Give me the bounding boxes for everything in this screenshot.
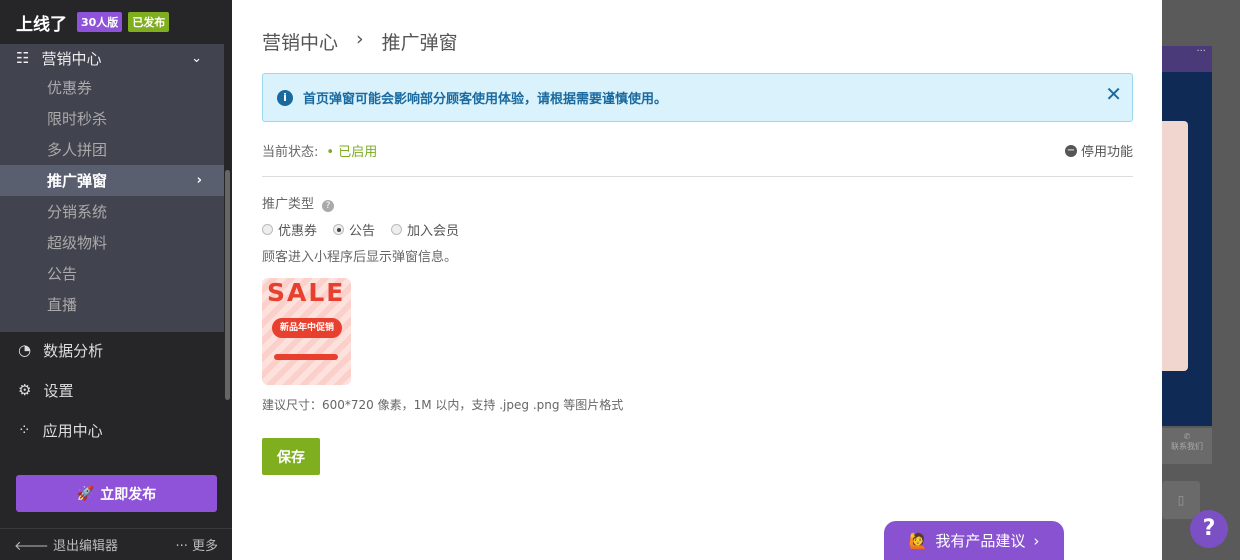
type-label-text: 推广类型 [262, 197, 315, 212]
contact-label: 联系我们 [1171, 442, 1203, 451]
sidebar-subitem-group-buy[interactable]: 多人拼团 [0, 134, 224, 165]
sidebar-subitem-notice[interactable]: 公告 [0, 258, 224, 289]
image-sale-text: SALE [267, 278, 346, 307]
sidebar-item-label: 数据分析 [43, 341, 104, 360]
rocket-icon: 🚀 [76, 485, 95, 502]
sidebar-subitem-live[interactable]: 直播 [0, 289, 224, 320]
type-label: 推广类型? [262, 193, 335, 212]
type-description: 顾客进入小程序后显示弹窗信息。 [262, 250, 458, 265]
close-icon[interactable]: ✕ [1105, 82, 1122, 106]
apps-icon: ⁘ [18, 421, 31, 439]
phone-preview: ··· [1162, 46, 1212, 426]
disable-button[interactable]: − 停用功能 [1064, 141, 1133, 160]
gear-icon: ⚙ [18, 381, 32, 399]
ticket-icon: ☷ [16, 49, 30, 67]
plan-badge: 30人版 [77, 12, 123, 32]
help-icon[interactable]: ? [322, 200, 335, 212]
more-link[interactable]: ··· 更多 [175, 535, 218, 554]
popup-settings-panel: 营销中心 › 推广弹窗 i 首页弹窗可能会影响部分顾客使用体验，请根据需要谨慎使… [232, 0, 1162, 560]
logo: 上线了 [16, 14, 67, 35]
arrow-left-icon: 🡐 [14, 539, 49, 554]
phone-header-dots: ··· [1162, 46, 1212, 72]
radio-coupon[interactable]: 优惠券 [262, 220, 317, 239]
sidebar-subitem-coupon[interactable]: 优惠券 [0, 72, 224, 103]
status-row: 当前状态: • 已启用 − 停用功能 [262, 141, 1133, 177]
chevron-right-icon: › [196, 173, 202, 188]
exit-label: 退出编辑器 [53, 539, 119, 554]
sidebar-subitem-flash-sale[interactable]: 限时秒杀 [0, 103, 224, 134]
publish-button[interactable]: 🚀 立即发布 [16, 475, 217, 512]
radio-membership[interactable]: 加入会员 [391, 220, 459, 239]
chevron-down-icon: ⌄ [191, 50, 202, 66]
sidebar-item-label: 设置 [43, 381, 74, 400]
sidebar-item-label: 应用中心 [42, 421, 103, 440]
minus-circle-icon: − [1064, 144, 1077, 157]
help-button[interactable]: ? [1190, 510, 1228, 548]
status-value-text: 已启用 [338, 145, 378, 160]
exit-editor-link[interactable]: 🡐 退出编辑器 [14, 535, 118, 554]
radio-circle[interactable] [262, 224, 273, 235]
contact-us: ✆ 联系我们 [1162, 428, 1212, 464]
pie-chart-icon: ◔ [18, 341, 32, 359]
alert-text: 首页弹窗可能会影响部分顾客使用体验，请根据需要谨慎使用。 [303, 92, 668, 107]
radio-circle-selected[interactable] [333, 224, 345, 235]
sidebar-subitem-popup[interactable]: 推广弹窗 › [0, 165, 224, 196]
breadcrumb-item[interactable]: 营销中心 [262, 28, 338, 55]
warning-alert: i 首页弹窗可能会影响部分顾客使用体验，请根据需要谨慎使用。 ✕ [262, 73, 1133, 122]
sidebar-item-app-center[interactable]: ⁘ 应用中心 [0, 415, 224, 445]
radio-label: 加入会员 [407, 224, 460, 239]
radio-circle[interactable] [391, 224, 403, 235]
sidebar-footer: 🡐 退出编辑器 ··· 更多 [0, 528, 232, 560]
sidebar-scrollbar[interactable] [225, 170, 230, 400]
image-size-hint: 建议尺寸：600*720 像素，1M 以内，支持 .jpeg .png 等图片格… [262, 398, 624, 412]
sidebar: 上线了 30人版 已发布 ☷ 营销中心 ⌄ 优惠券 限时秒杀 多人拼团 推广弹窗 › … [0, 0, 232, 560]
radio-label: 公告 [349, 224, 376, 239]
mobile-preview-button[interactable]: ▯ [1162, 481, 1200, 519]
sidebar-subitem-distribution[interactable]: 分销系统 [0, 196, 224, 227]
marketing-menu-group: ☷ 营销中心 ⌄ 优惠券 限时秒杀 多人拼团 推广弹窗 › 分销系统 超级物料 公告 … [0, 44, 224, 332]
ellipsis-icon: ··· [175, 539, 188, 554]
sidebar-item-marketing[interactable]: ☷ 营销中心 ⌄ [0, 44, 224, 72]
sidebar-subitem-materials[interactable]: 超级物料 [0, 227, 224, 258]
sidebar-item-label: 推广弹窗 [47, 172, 108, 190]
status-badge: 已发布 [128, 12, 170, 32]
product-suggestion-button[interactable]: 🙋 我有产品建议 › [884, 521, 1064, 560]
sidebar-item-settings[interactable]: ⚙ 设置 [0, 375, 224, 405]
disable-label: 停用功能 [1080, 145, 1133, 160]
publish-label: 立即发布 [100, 486, 157, 503]
image-bar [274, 354, 338, 360]
radio-label: 优惠券 [278, 224, 318, 239]
brand: 上线了 30人版 已发布 [0, 0, 232, 44]
more-label: 更多 [191, 539, 218, 554]
phone-icon: ✆ [1183, 432, 1191, 441]
suggestion-label: 我有产品建议 [935, 532, 1026, 550]
preview-popup [1162, 121, 1188, 371]
type-radio-group: 优惠券 公告 加入会员 [262, 220, 459, 239]
info-icon: i [277, 89, 293, 106]
sidebar-item-analytics[interactable]: ◔ 数据分析 [0, 335, 224, 365]
radio-notice[interactable]: 公告 [333, 220, 375, 239]
chevron-right-icon: › [356, 28, 364, 50]
popup-image-upload[interactable]: SALE 新品年中促销 [262, 278, 351, 385]
feedback-icon: 🙋 [908, 531, 928, 550]
status-label: 当前状态: [262, 145, 319, 160]
save-button[interactable]: 保存 [262, 438, 320, 475]
sidebar-item-label: 营销中心 [41, 49, 102, 68]
image-pill-text: 新品年中促销 [272, 318, 342, 338]
status-value: • 已启用 [326, 145, 378, 160]
chevron-right-icon: › [1033, 531, 1040, 550]
breadcrumb-current: 推广弹窗 [381, 32, 458, 54]
breadcrumb: 营销中心 › 推广弹窗 [262, 28, 458, 55]
